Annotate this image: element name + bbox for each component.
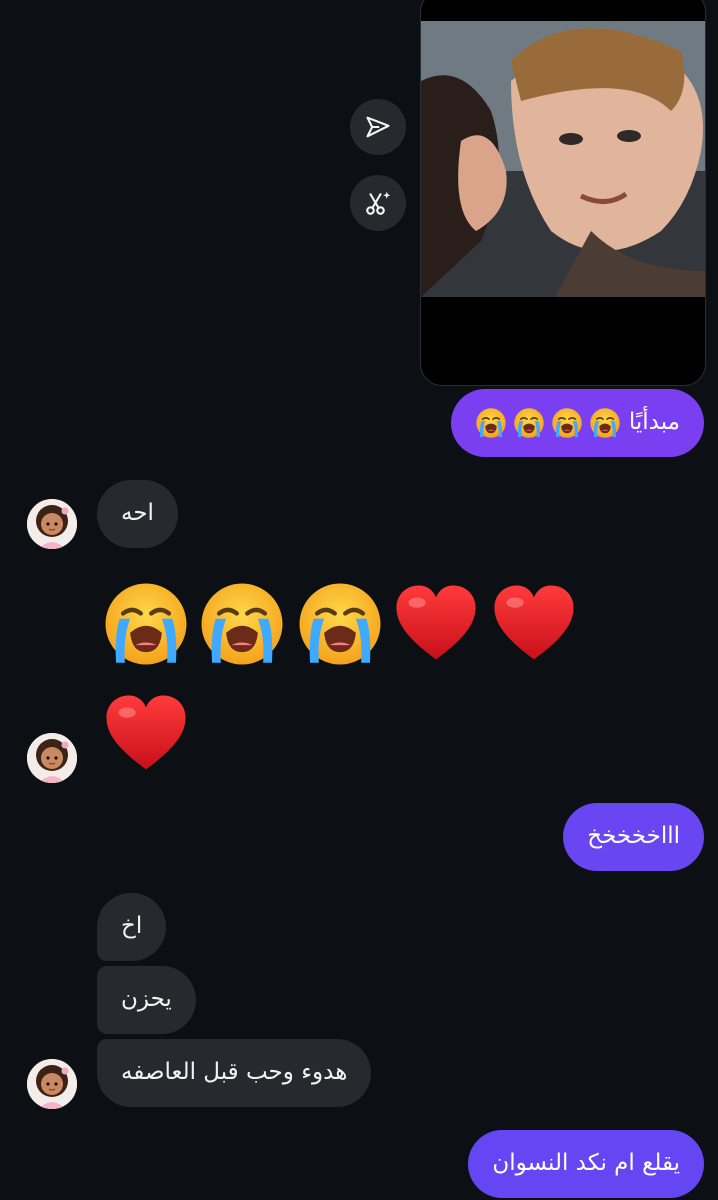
received-message-bubble[interactable]: احه xyxy=(97,480,178,548)
red-heart-icon xyxy=(392,582,480,668)
received-message-bubble[interactable]: يحزن xyxy=(97,966,196,1034)
cutout-button[interactable] xyxy=(350,175,406,231)
message-text: يقلع ام نكد النسوان xyxy=(492,1150,680,1177)
message-text: هدوء وحب قبل العاصفه xyxy=(121,1059,348,1086)
media-preview-card[interactable] xyxy=(420,0,706,386)
message-text: يحزن xyxy=(121,986,172,1013)
video-still-image[interactable] xyxy=(421,21,705,297)
crying-face-icon xyxy=(102,580,190,668)
crying-face-icon xyxy=(513,407,545,439)
share-button[interactable] xyxy=(350,99,406,155)
crying-face-icon xyxy=(198,580,286,668)
message-text: اااخخخخخ xyxy=(587,823,680,850)
emoji-group xyxy=(475,407,621,439)
message-text: مبدأيًا xyxy=(628,409,680,436)
sent-message-bubble[interactable]: مبدأيًا xyxy=(450,389,704,457)
message-text: احه xyxy=(121,500,154,527)
sent-message-bubble[interactable]: اااخخخخخ xyxy=(563,803,704,871)
crying-face-icon xyxy=(589,407,621,439)
avatar[interactable] xyxy=(27,733,77,783)
red-heart-icon xyxy=(102,692,190,778)
crying-face-icon xyxy=(296,580,384,668)
crying-face-icon xyxy=(551,407,583,439)
avatar[interactable] xyxy=(27,499,77,549)
received-message-bubble[interactable]: اخ xyxy=(97,893,167,961)
scissors-sparkle-icon xyxy=(366,191,391,215)
send-icon xyxy=(366,116,390,138)
received-message-bubble[interactable]: هدوء وحب قبل العاصفه xyxy=(97,1039,372,1107)
crying-face-icon xyxy=(475,407,507,439)
red-heart-icon xyxy=(490,582,578,668)
sent-message-bubble[interactable]: يقلع ام نكد النسوان xyxy=(468,1130,704,1198)
message-text: اخ xyxy=(121,913,143,940)
avatar[interactable] xyxy=(27,1059,77,1109)
